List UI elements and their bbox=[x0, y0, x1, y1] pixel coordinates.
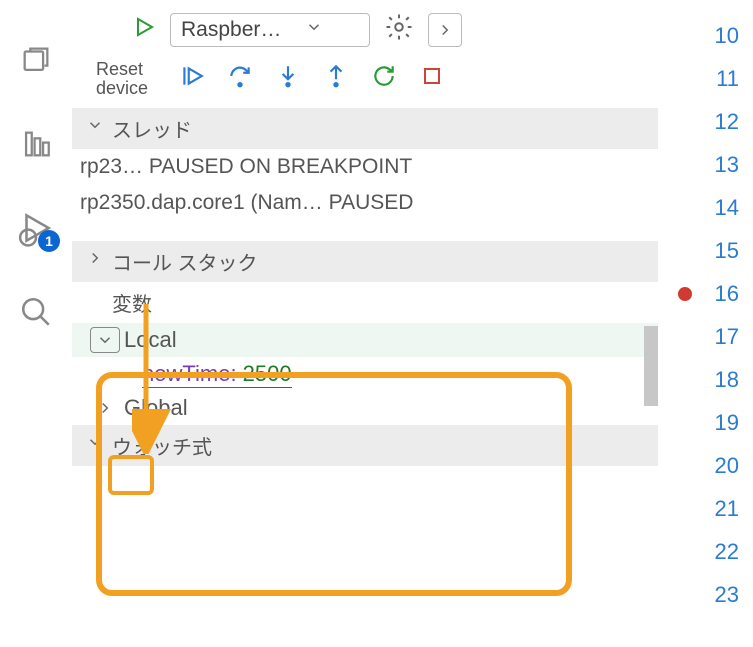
watch-section-header[interactable]: ウォッチ式 bbox=[72, 425, 658, 466]
threads-section-header[interactable]: スレッド bbox=[72, 108, 658, 149]
debug-toolbar-row1: Raspber… bbox=[72, 0, 658, 56]
line-number[interactable]: 19 bbox=[658, 401, 753, 444]
continue-icon[interactable] bbox=[178, 63, 206, 94]
chevron-right-icon bbox=[86, 249, 104, 273]
step-into-icon[interactable] bbox=[274, 63, 302, 94]
variables-scope-local[interactable]: Local bbox=[72, 323, 658, 357]
chevron-right-icon bbox=[90, 399, 120, 417]
chevron-down-icon bbox=[305, 18, 323, 42]
reset-device-label: Reset device bbox=[96, 60, 158, 98]
line-number[interactable]: 11 bbox=[658, 57, 753, 100]
variable-value: 2500 bbox=[243, 361, 292, 388]
line-number[interactable]: 17 bbox=[658, 315, 753, 358]
callstack-title: コール スタック bbox=[112, 247, 258, 276]
line-number[interactable]: 20 bbox=[658, 444, 753, 487]
watch-title: ウォッチ式 bbox=[112, 431, 212, 460]
launch-config-select[interactable]: Raspber… bbox=[170, 13, 370, 47]
open-panel-icon[interactable] bbox=[428, 13, 462, 47]
debug-icon[interactable]: 1 bbox=[16, 208, 56, 248]
step-out-icon[interactable] bbox=[322, 63, 350, 94]
start-debug-icon[interactable] bbox=[132, 15, 156, 45]
debug-toolbar-row2: Reset device bbox=[72, 56, 658, 108]
search-icon[interactable] bbox=[16, 292, 56, 332]
line-number[interactable]: 21 bbox=[658, 487, 753, 530]
callstack-section-header[interactable]: コール スタック bbox=[72, 241, 658, 282]
launch-config-label: Raspber… bbox=[181, 18, 281, 42]
line-number[interactable]: 10 bbox=[658, 14, 753, 57]
line-number[interactable]: 18 bbox=[658, 358, 753, 401]
chevron-down-icon[interactable] bbox=[90, 327, 120, 353]
line-number[interactable]: 15 bbox=[658, 229, 753, 272]
debug-badge: 1 bbox=[38, 230, 60, 252]
threads-title: スレッド bbox=[112, 114, 192, 143]
thread-row[interactable]: rp2350.dap.core1 (Nam… PAUSED bbox=[72, 185, 658, 221]
step-over-icon[interactable] bbox=[226, 63, 254, 94]
chevron-down-icon bbox=[86, 116, 104, 140]
breakpoint-dot[interactable] bbox=[678, 287, 692, 301]
stop-icon[interactable] bbox=[418, 64, 446, 93]
local-scope-label: Local bbox=[124, 327, 177, 353]
global-scope-label: Global bbox=[124, 395, 188, 421]
restart-icon[interactable] bbox=[370, 63, 398, 94]
line-number[interactable]: 16 bbox=[658, 272, 753, 315]
variables-section-header[interactable]: 変数 bbox=[72, 282, 658, 323]
explorer-icon[interactable] bbox=[16, 40, 56, 80]
activity-bar: 1 bbox=[0, 0, 72, 647]
line-number[interactable]: 14 bbox=[658, 186, 753, 229]
line-number[interactable]: 12 bbox=[658, 100, 753, 143]
variables-title: 変数 bbox=[112, 288, 152, 317]
scrollbar-thumb[interactable] bbox=[644, 326, 658, 406]
line-number[interactable]: 13 bbox=[658, 143, 753, 186]
line-number[interactable]: 22 bbox=[658, 530, 753, 573]
debug-panel: Raspber… Reset device bbox=[72, 0, 658, 647]
variable-name: nowTime bbox=[142, 361, 230, 388]
line-number[interactable]: 23 bbox=[658, 573, 753, 616]
variables-scope-global[interactable]: Global bbox=[72, 391, 658, 425]
chevron-down-icon bbox=[86, 433, 104, 457]
editor-gutter: 10 11 12 13 14 15 16 17 18 19 20 21 22 2… bbox=[658, 0, 753, 647]
extensions-icon[interactable] bbox=[16, 124, 56, 164]
thread-row[interactable]: rp23… PAUSED ON BREAKPOINT bbox=[72, 149, 658, 185]
variable-row[interactable]: nowTime: 2500 bbox=[72, 357, 658, 391]
gear-icon[interactable] bbox=[384, 12, 414, 48]
